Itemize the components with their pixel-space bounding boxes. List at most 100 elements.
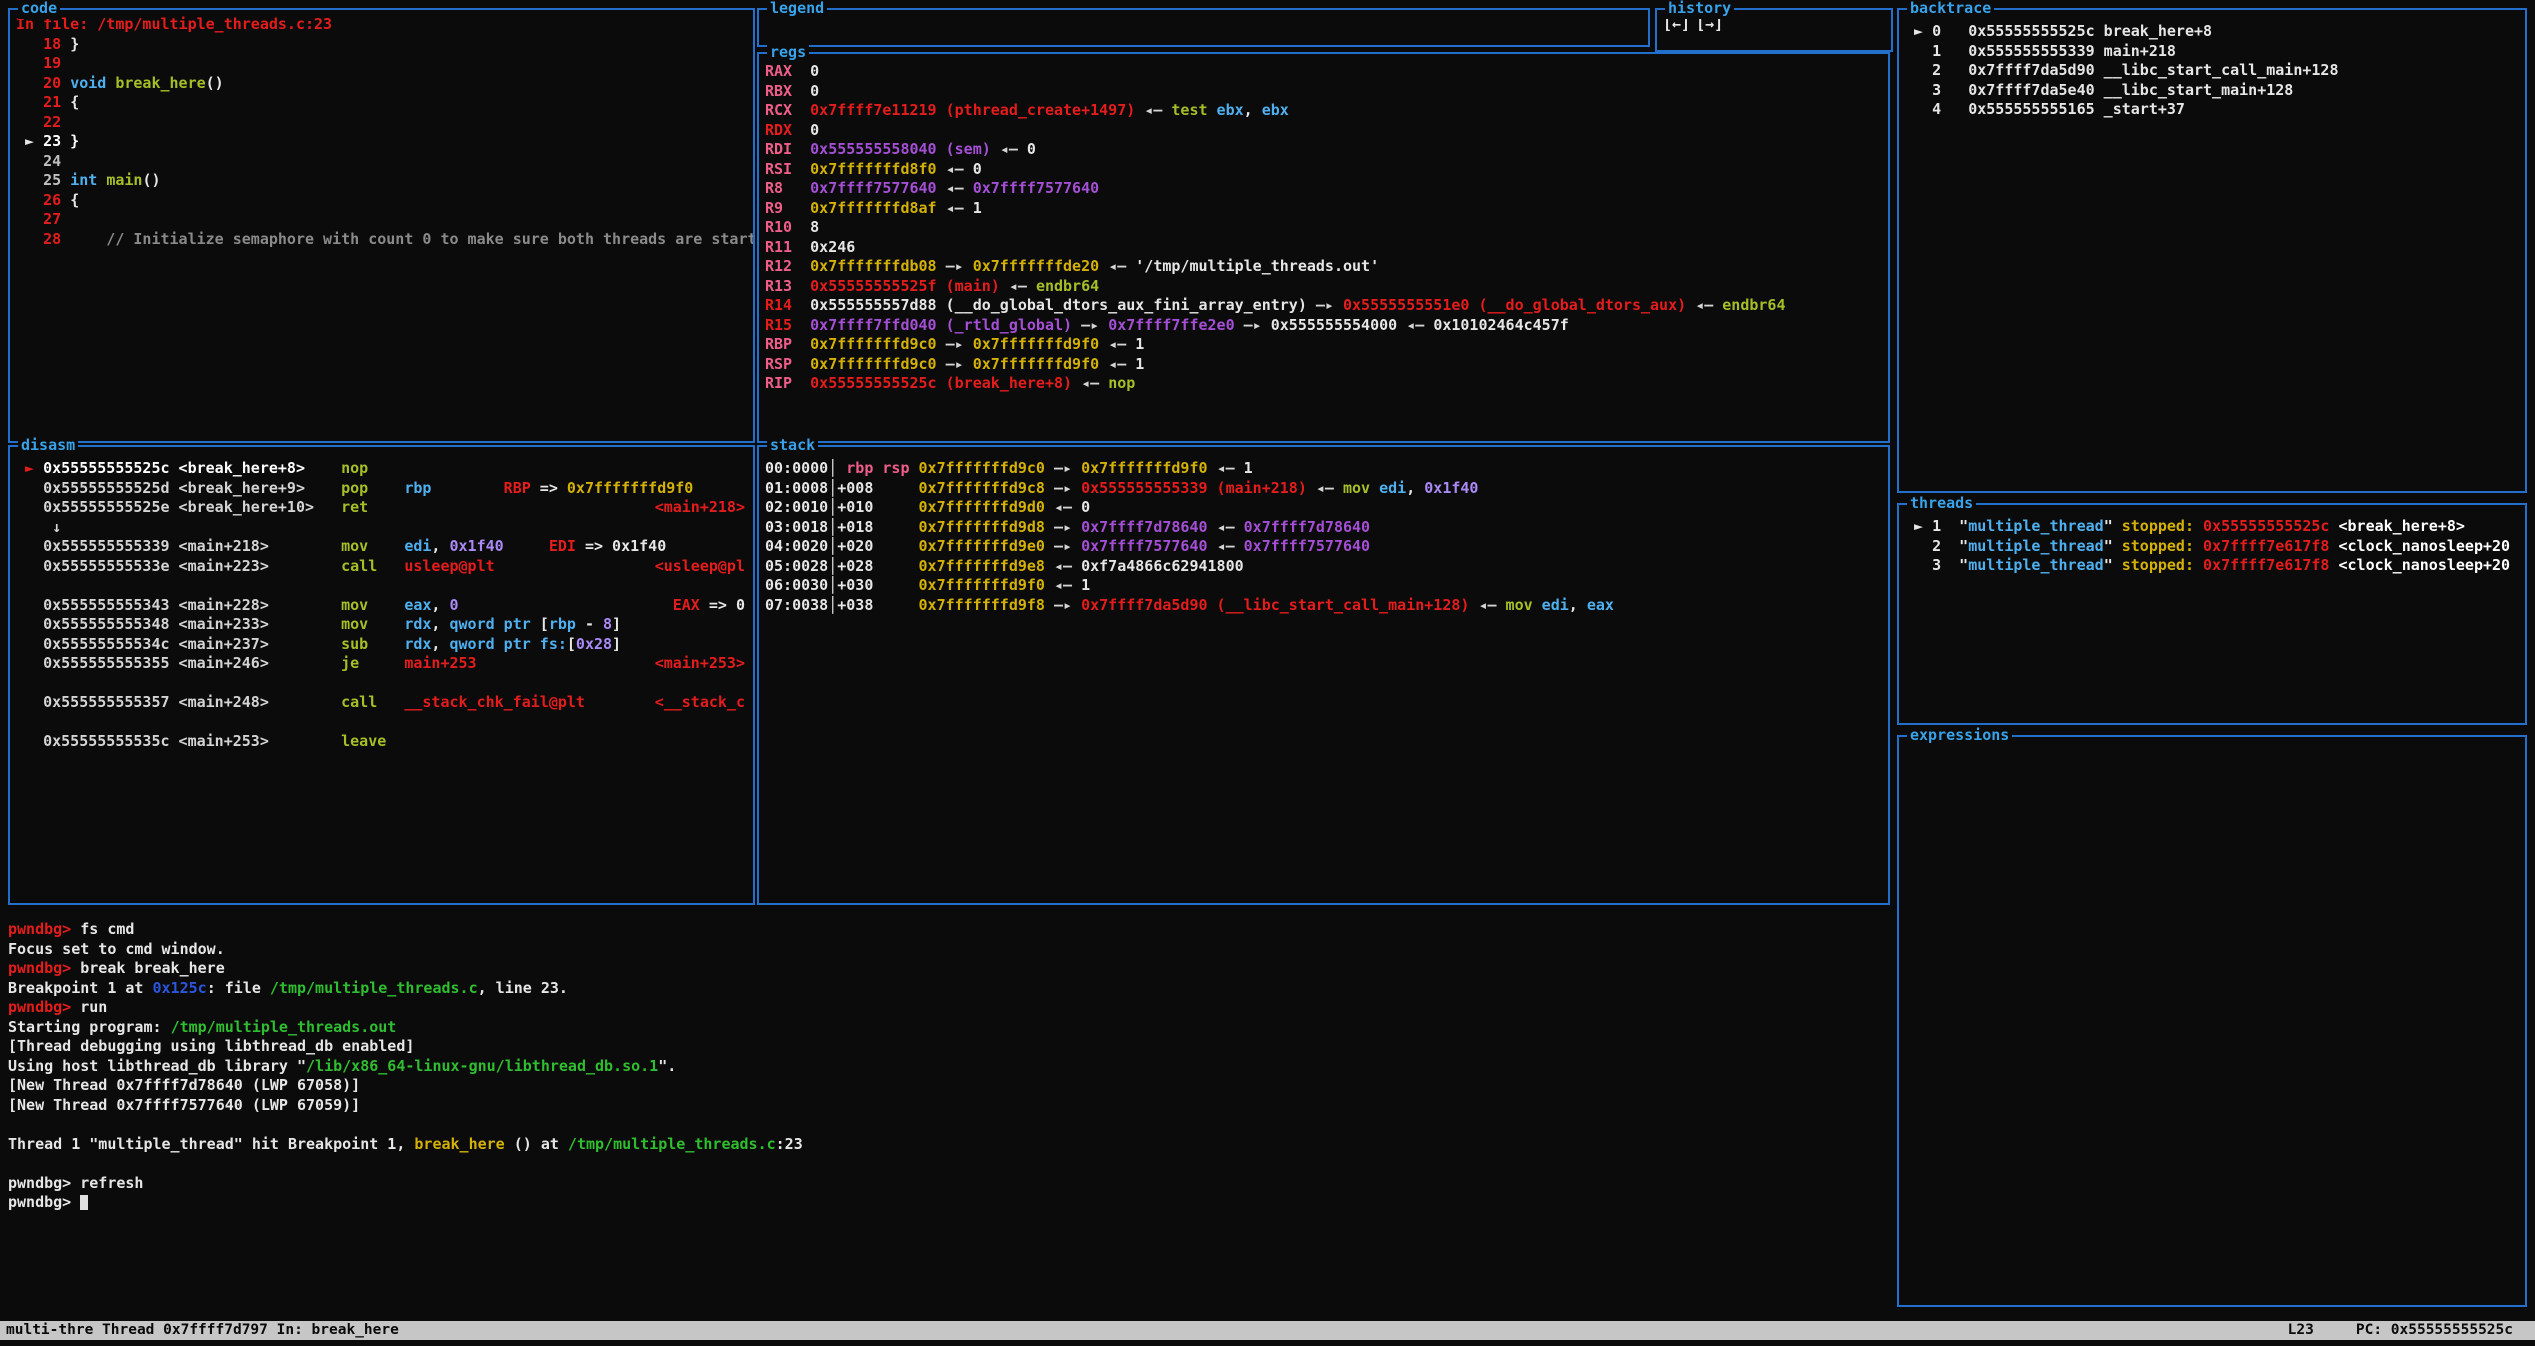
register-row: RSP 0x7fffffffd9c0 —▸ 0x7fffffffd9f0 ◂— … xyxy=(765,355,1884,375)
text-segment: 0x555555557d88 (__do_global_dtors_aux_fi… xyxy=(810,296,1316,314)
code-line: 25 int main() xyxy=(16,171,749,191)
text-segment xyxy=(431,479,503,497)
text-segment: RCX xyxy=(765,101,810,119)
disasm-line xyxy=(16,674,745,694)
text-segment: 3 " xyxy=(1905,556,1968,574)
text-segment: , xyxy=(1406,479,1424,497)
text-segment: RDX xyxy=(765,121,810,139)
text-segment: , xyxy=(431,635,449,653)
text-segment: break_here xyxy=(414,1135,504,1153)
legend-panel: legend xyxy=(757,8,1650,47)
text-segment xyxy=(16,693,43,711)
status-bar: multi-thre Thread 0x7ffff7d797 In: break… xyxy=(0,1321,2535,1340)
text-segment: R12 xyxy=(765,257,810,275)
line-left: 0x55555555525e <break_here+10> ret xyxy=(16,498,368,518)
text-segment: stopped: xyxy=(2122,517,2194,535)
line-annotation: <main+218> xyxy=(655,498,745,518)
console-line: [New Thread 0x7ffff7d78640 (LWP 67058)] xyxy=(8,1076,1908,1096)
text-segment: 0x7ffff7ffe2e0 xyxy=(1108,316,1243,334)
text-segment: 4 0x555555555165 _start+37 xyxy=(1905,100,2185,118)
stack-row: 01:0008│+008 0x7fffffffd9c8 —▸ 0x5555555… xyxy=(765,479,1884,499)
text-segment: +020 xyxy=(837,537,918,555)
disasm-line: 0x555555555357 <main+248> call __stack_c… xyxy=(16,693,745,713)
text-segment: ". xyxy=(658,1057,676,1075)
text-segment: RDI xyxy=(765,140,810,158)
text-segment: 0x555555555339 (main+218) xyxy=(1081,479,1316,497)
disasm-line: ↓ xyxy=(16,518,745,538)
text-segment: call xyxy=(341,557,377,575)
text-segment: ] xyxy=(612,615,621,633)
text-segment: 0x55555555525c <break_here+8> xyxy=(43,459,341,477)
register-row: RDI 0x555555558040 (sem) ◂— 0 xyxy=(765,140,1884,160)
text-segment: sub xyxy=(341,635,368,653)
stack-row: 03:0018│+018 0x7fffffffd9d8 —▸ 0x7ffff7d… xyxy=(765,518,1884,538)
disasm-line xyxy=(16,576,745,596)
text-segment: R11 xyxy=(765,238,810,256)
disasm-line: 0x55555555525e <break_here+10> ret <main+… xyxy=(16,498,745,518)
text-segment: +010 xyxy=(837,498,918,516)
text-segment: 22 xyxy=(16,113,61,131)
text-segment: break_here xyxy=(115,74,205,92)
register-row: RIP 0x55555555525c (break_here+8) ◂— nop xyxy=(765,374,1884,394)
text-segment: , xyxy=(1244,101,1262,119)
text-segment: 0x7fffffffde20 xyxy=(973,257,1108,275)
text-segment xyxy=(910,459,919,477)
text-segment: 0x1f40 xyxy=(449,537,503,555)
text-segment: 0x55555555525c xyxy=(2203,517,2329,535)
text-segment: —▸ xyxy=(946,335,973,353)
text-segment: <main+253> xyxy=(655,654,745,672)
text-segment: 0x55555555525e <break_here+10> xyxy=(43,498,341,516)
line-annotation: <usleep@pl xyxy=(655,557,745,577)
text-segment: break break_here xyxy=(80,959,225,977)
backtrace-frame: 3 0x7ffff7da5e40 __libc_start_main+128 xyxy=(1905,81,2521,101)
text-segment xyxy=(368,635,404,653)
text-segment: 27 xyxy=(16,210,61,228)
line-left: 0x555555555355 <main+246> je main+253 xyxy=(16,654,477,674)
code-line: 21 { xyxy=(16,93,749,113)
text-segment xyxy=(368,615,404,633)
text-segment: —▸ xyxy=(1054,518,1081,536)
text-segment: 1 0x555555555339 main+218 xyxy=(1905,42,2176,60)
text-segment: 0x7fffffffd9c0 xyxy=(810,355,945,373)
console-line xyxy=(8,1115,1908,1135)
text-segment: 0 xyxy=(973,160,982,178)
register-row: R8 0x7ffff7577640 ◂— 0x7ffff7577640 xyxy=(765,179,1884,199)
console-output[interactable]: pwndbg> fs cmdFocus set to cmd window.pw… xyxy=(8,920,1908,1213)
disasm-line: 0x55555555525d <break_here+9> pop rbp RB… xyxy=(16,479,745,499)
code-panel-title: code xyxy=(18,0,60,19)
status-line-number: L23 xyxy=(2288,1321,2314,1340)
text-segment: 0x7fffffffd9f0 xyxy=(567,479,693,497)
text-segment: Thread 1 "multiple_thread" hit Breakpoin… xyxy=(8,1135,414,1153)
text-segment: │ xyxy=(828,479,837,497)
text-segment: —▸ xyxy=(946,355,973,373)
text-segment: —▸ xyxy=(1316,296,1343,314)
text-segment: 01:0008 xyxy=(765,479,828,497)
console-line xyxy=(8,1154,1908,1174)
text-segment: pwndbg> xyxy=(8,920,80,938)
console-line: pwndbg> run xyxy=(8,998,1908,1018)
text-segment: 0 xyxy=(810,82,819,100)
text-segment: RBP xyxy=(765,335,810,353)
register-row: R14 0x555555557d88 (__do_global_dtors_au… xyxy=(765,296,1884,316)
text-segment xyxy=(16,615,43,633)
text-segment: 0 xyxy=(1027,140,1036,158)
text-segment: qword ptr fs: xyxy=(449,635,566,653)
text-segment: 0x7ffff7577640 xyxy=(973,179,1099,197)
status-pc: PC: 0x55555555525c xyxy=(2356,1321,2513,1340)
text-segment: ◂— xyxy=(1108,335,1135,353)
text-segment: 0x10102464c457f xyxy=(1433,316,1568,334)
text-segment: ◂— xyxy=(1316,479,1343,497)
text-segment: { xyxy=(70,93,79,111)
text-segment: 0x55555555525d <break_here+9> xyxy=(43,479,341,497)
text-segment xyxy=(16,498,43,516)
text-segment: test xyxy=(1171,101,1207,119)
text-segment: eax xyxy=(404,596,431,614)
text-segment: —▸ xyxy=(1054,459,1081,477)
text-segment: RSI xyxy=(765,160,810,178)
text-segment: ◂— xyxy=(1081,374,1108,392)
text-segment: ◂— xyxy=(946,160,973,178)
text-segment: Focus set to cmd window. xyxy=(8,940,225,958)
disasm-line: 0x555555555343 <main+228> mov eax, 0EAX … xyxy=(16,596,745,616)
text-segment: :23 xyxy=(776,1135,803,1153)
text-segment: rbp rsp xyxy=(846,459,909,477)
